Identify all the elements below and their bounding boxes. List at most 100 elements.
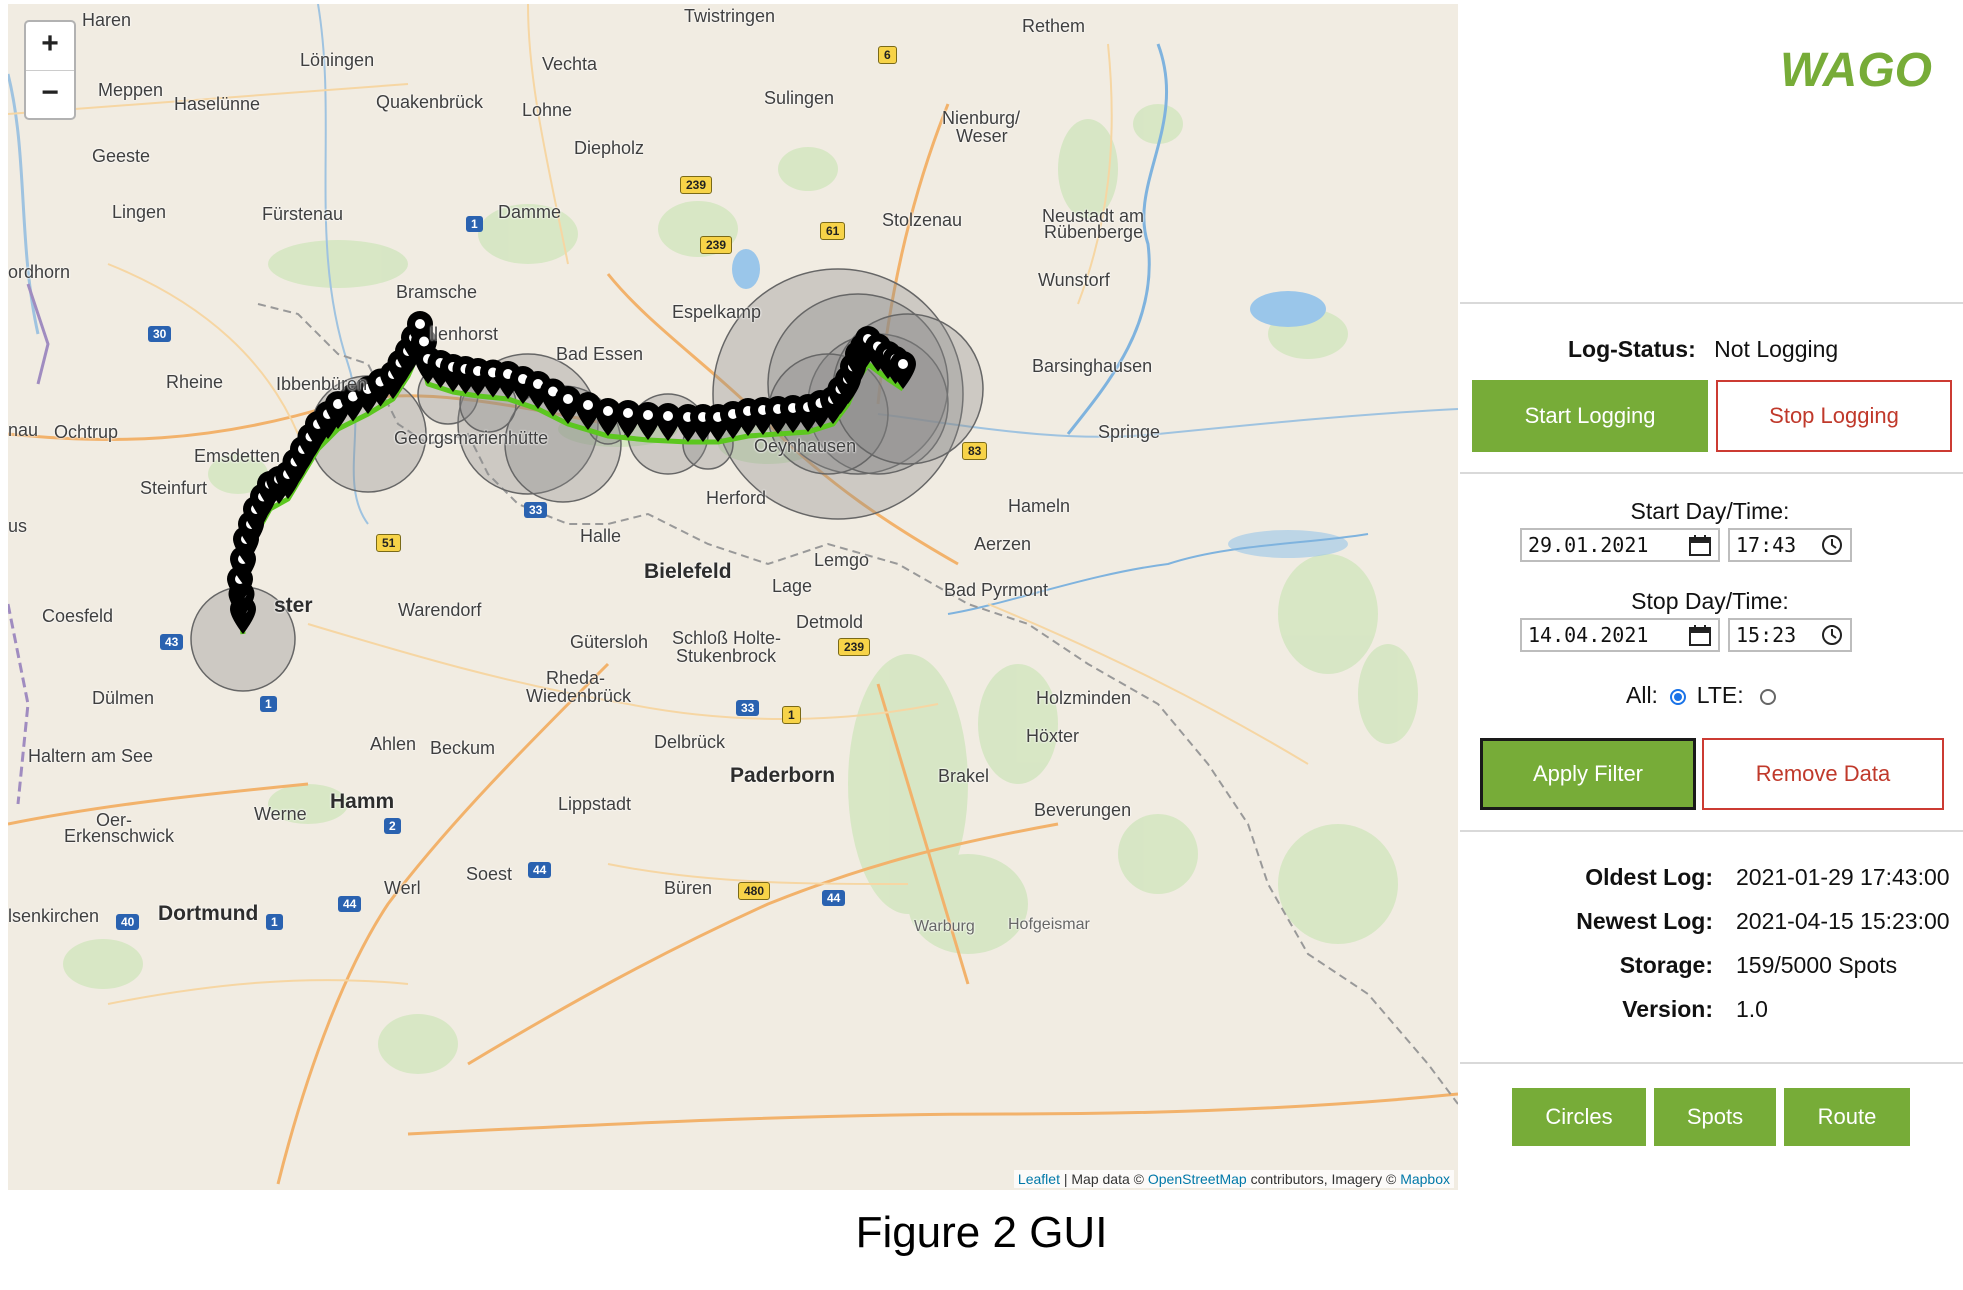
- place-label: Emsdetten: [194, 446, 281, 466]
- place-label: Werne: [254, 804, 307, 824]
- newest-log-label: Newest Log:: [1576, 908, 1713, 934]
- place-label: Hofgeismar: [1008, 916, 1090, 933]
- road-shield: 44: [822, 890, 846, 906]
- stop-date-value: 14.04.2021: [1528, 623, 1649, 647]
- divider: [1460, 1062, 1963, 1064]
- place-label: Quakenbrück: [376, 92, 484, 112]
- place-label: Dortmund: [158, 902, 259, 925]
- place-label: Damme: [498, 202, 562, 222]
- place-label: Warburg: [914, 918, 975, 935]
- place-label: Barsinghausen: [1032, 356, 1153, 376]
- svg-text:WAGO: WAGO: [1780, 44, 1932, 96]
- place-label: Fürstenau: [262, 204, 344, 224]
- divider: [1460, 830, 1963, 832]
- place-label: Löningen: [300, 50, 375, 70]
- remove-data-button[interactable]: Remove Data: [1702, 738, 1944, 810]
- road-shield: 30: [148, 326, 172, 342]
- place-label: Haltern am See: [28, 746, 154, 766]
- place-label: Steinfurt: [140, 478, 208, 498]
- road-shield: 2: [384, 818, 401, 834]
- start-time-input[interactable]: 17:43: [1728, 528, 1852, 562]
- start-time-value: 17:43: [1736, 533, 1797, 557]
- start-date-input[interactable]: 29.01.2021: [1520, 528, 1720, 562]
- road-shield: 51: [376, 534, 402, 552]
- stop-date-input[interactable]: 14.04.2021: [1520, 618, 1720, 652]
- newest-log-value: 2021-04-15 15:23:00: [1736, 908, 1950, 934]
- zoom-out-button[interactable]: −: [26, 71, 74, 119]
- place-label: Detmold: [796, 612, 864, 632]
- place-label: Bad Pyrmont: [944, 580, 1049, 600]
- osm-link[interactable]: OpenStreetMap: [1148, 1171, 1247, 1187]
- place-label: Diepholz: [574, 138, 645, 158]
- start-date-value: 29.01.2021: [1528, 533, 1649, 557]
- place-label: Höxter: [1026, 726, 1080, 746]
- place-label: Geeste: [92, 146, 151, 166]
- road-shield: 1: [466, 216, 483, 232]
- place-label: Rethem: [1022, 16, 1086, 36]
- place-label: Vechta: [542, 54, 598, 74]
- wago-logo: WAGO: [1780, 44, 1932, 96]
- place-label: Sulingen: [764, 88, 835, 108]
- place-label: Beckum: [430, 738, 496, 758]
- road-shield: 33: [736, 700, 760, 716]
- road-shield: 239: [680, 176, 713, 194]
- place-label: Brakel: [938, 766, 990, 786]
- calendar-icon[interactable]: [1688, 624, 1712, 646]
- stop-time-input[interactable]: 15:23: [1728, 618, 1852, 652]
- place-label: Beverungen: [1034, 800, 1132, 820]
- start-datetime-label: Start Day/Time:: [1630, 498, 1790, 524]
- storage-label: Storage:: [1619, 952, 1713, 978]
- road-shield: 83: [962, 442, 988, 460]
- oldest-log-value: 2021-01-29 17:43:00: [1736, 864, 1950, 890]
- place-label: Espelkamp: [672, 302, 762, 322]
- place-label: ster: [274, 594, 313, 617]
- log-status-label: Log-Status:: [1568, 336, 1696, 362]
- place-label: Georgsmarienhütte: [394, 428, 549, 448]
- log-status-value: Not Logging: [1714, 336, 1839, 362]
- mapbox-link[interactable]: Mapbox: [1400, 1171, 1450, 1187]
- place-label: Holzminden: [1036, 688, 1132, 708]
- map-attribution: Leaflet | Map data © OpenStreetMap contr…: [1013, 1170, 1454, 1188]
- filter-type-radios: All: LTE:: [1626, 682, 1776, 709]
- place-label: Wunstorf: [1038, 270, 1110, 290]
- place-label: Lohne: [522, 100, 573, 120]
- place-label: llenhorst: [430, 324, 499, 344]
- place-label: Lippstadt: [558, 794, 632, 814]
- place-label: Stolzenau: [882, 210, 963, 230]
- stop-time-value: 15:23: [1736, 623, 1797, 647]
- place-label: Coesfeld: [42, 606, 114, 626]
- clock-icon[interactable]: [1820, 534, 1844, 556]
- calendar-icon[interactable]: [1688, 534, 1712, 556]
- spots-button[interactable]: Spots: [1654, 1088, 1776, 1146]
- place-label: Erkenschwick: [64, 826, 175, 846]
- place-label: Soest: [466, 864, 513, 884]
- lte-radio[interactable]: [1760, 688, 1776, 705]
- place-label: Bad Essen: [556, 344, 644, 364]
- road-shield: 1: [260, 696, 277, 712]
- apply-filter-button[interactable]: Apply Filter: [1480, 738, 1696, 810]
- road-shield: 239: [838, 638, 871, 656]
- place-label: Lage: [772, 576, 813, 596]
- circles-button[interactable]: Circles: [1512, 1088, 1646, 1146]
- leaflet-link[interactable]: Leaflet: [1018, 1171, 1060, 1187]
- road-shield: 6: [878, 46, 897, 64]
- place-label: Ibbenbüren: [276, 374, 368, 394]
- attribution-text: contributors, Imagery ©: [1246, 1171, 1401, 1187]
- route-button[interactable]: Route: [1784, 1088, 1910, 1146]
- place-label: Hamm: [330, 790, 395, 813]
- zoom-in-button[interactable]: +: [26, 22, 74, 71]
- clock-icon[interactable]: [1820, 624, 1844, 646]
- start-logging-button[interactable]: Start Logging: [1472, 380, 1708, 452]
- road-shield: 480: [738, 882, 771, 900]
- stop-logging-button[interactable]: Stop Logging: [1716, 380, 1952, 452]
- place-label: us: [8, 516, 28, 536]
- all-radio[interactable]: [1670, 688, 1687, 705]
- control-panel: WAGO Log-Status: Not Logging Start Loggi…: [1460, 0, 1963, 1190]
- zoom-control: + −: [24, 20, 76, 120]
- place-label: Paderborn: [730, 764, 836, 787]
- place-label: lsenkirchen: [8, 906, 100, 926]
- road-shield: 239: [700, 236, 733, 254]
- place-label: Bramsche: [396, 282, 478, 302]
- storage-value: 159/5000 Spots: [1736, 952, 1898, 978]
- map-view[interactable]: + − Haren Twistringen Rethem Löningen Ve…: [8, 4, 1458, 1190]
